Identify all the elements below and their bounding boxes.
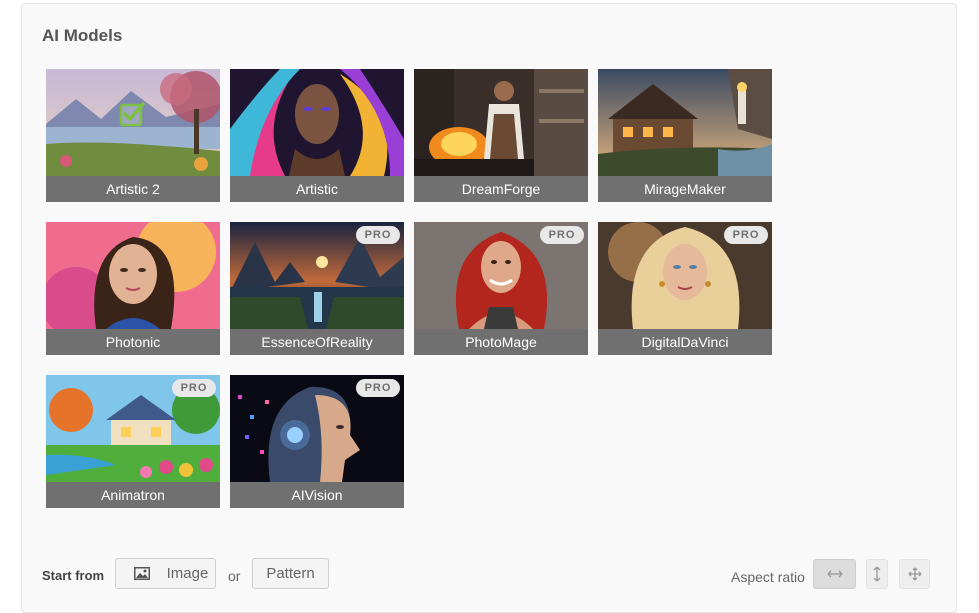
start-from-label: Start from bbox=[42, 568, 105, 583]
model-thumbnail-blacksmith bbox=[414, 69, 588, 176]
model-card-artistic[interactable]: Artistic bbox=[230, 69, 404, 202]
model-name: Artistic 2 bbox=[46, 176, 220, 202]
model-thumbnail-cottage bbox=[598, 69, 772, 176]
aspect-ratio-free-button[interactable] bbox=[899, 559, 930, 589]
pro-badge: PRO bbox=[540, 226, 584, 244]
model-card-miragemaker[interactable]: MirageMaker bbox=[598, 69, 772, 202]
model-name: EssenceOfReality bbox=[230, 329, 404, 355]
horizontal-arrows-icon bbox=[827, 570, 842, 578]
model-name: Animatron bbox=[46, 482, 220, 508]
model-card-digitaldavinci[interactable]: PRO DigitalDaVinci bbox=[598, 222, 772, 355]
model-name: Photonic bbox=[46, 329, 220, 355]
aspect-ratio-wide-button[interactable] bbox=[813, 559, 856, 589]
image-button-label: Image bbox=[166, 565, 209, 582]
model-name: PhotoMage bbox=[414, 329, 588, 355]
start-options-bar: Start from Image or Pattern Aspect ratio bbox=[42, 556, 942, 596]
pro-badge: PRO bbox=[356, 379, 400, 397]
aspect-ratio-label: Aspect ratio bbox=[731, 569, 805, 585]
selected-check-icon bbox=[119, 102, 145, 127]
start-from-image-button[interactable]: Image bbox=[115, 558, 216, 589]
model-name: MirageMaker bbox=[598, 176, 772, 202]
model-card-artistic-2[interactable]: Artistic 2 bbox=[46, 69, 220, 202]
model-name: DigitalDaVinci bbox=[598, 329, 772, 355]
aspect-ratio-tall-button[interactable] bbox=[866, 559, 888, 589]
pro-badge: PRO bbox=[724, 226, 768, 244]
vertical-arrows-icon bbox=[873, 566, 881, 582]
start-from-pattern-button[interactable]: Pattern bbox=[252, 558, 329, 589]
model-card-aivision[interactable]: PRO AIVision bbox=[230, 375, 404, 508]
model-card-essenceofreality[interactable]: PRO EssenceOfReality bbox=[230, 222, 404, 355]
pro-badge: PRO bbox=[356, 226, 400, 244]
model-card-animatron[interactable]: PRO Animatron bbox=[46, 375, 220, 508]
model-name: Artistic bbox=[230, 176, 404, 202]
ai-models-panel: AI Models Artistic 2 Artistic DreamForge… bbox=[21, 3, 957, 613]
pro-badge: PRO bbox=[172, 379, 216, 397]
model-thumbnail-portrait bbox=[46, 222, 220, 329]
move-arrows-icon bbox=[908, 567, 921, 581]
image-icon bbox=[134, 567, 150, 580]
or-label: or bbox=[228, 568, 241, 584]
model-card-dreamforge[interactable]: DreamForge bbox=[414, 69, 588, 202]
model-card-photonic[interactable]: Photonic bbox=[46, 222, 220, 355]
model-card-photomage[interactable]: PRO PhotoMage bbox=[414, 222, 588, 355]
model-name: DreamForge bbox=[414, 176, 588, 202]
model-thumbnail-portrait bbox=[230, 69, 404, 176]
section-title: AI Models bbox=[42, 26, 123, 45]
model-name: AIVision bbox=[230, 482, 404, 508]
